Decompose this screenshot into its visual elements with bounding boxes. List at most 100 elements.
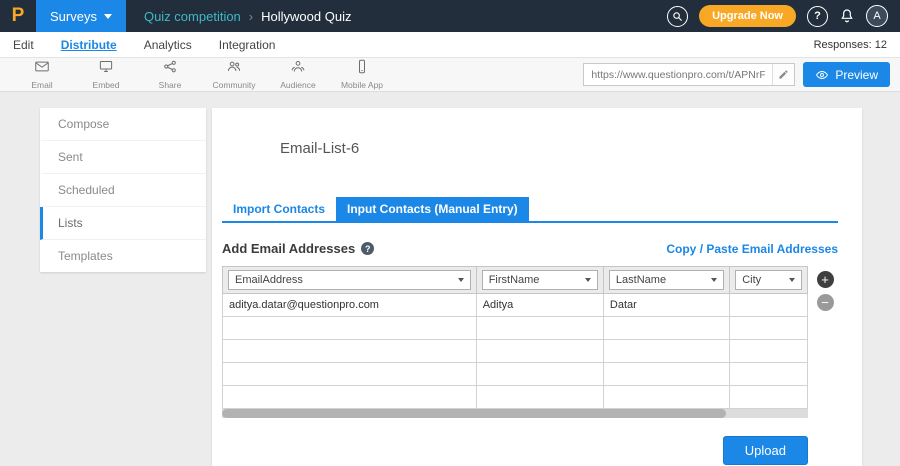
- topbar: P Surveys Quiz competition › Hollywood Q…: [0, 0, 900, 32]
- cell-city[interactable]: [730, 317, 808, 340]
- toolbar-item-mobile-app[interactable]: Mobile App: [330, 59, 394, 90]
- column-select-value: EmailAddress: [235, 274, 303, 286]
- add-email-row: Add Email Addresses ? Copy / Paste Email…: [222, 241, 838, 256]
- column-select-value: LastName: [616, 274, 666, 286]
- cell-lastname[interactable]: [603, 386, 729, 409]
- cell-city[interactable]: [730, 386, 808, 409]
- upgrade-now-button[interactable]: Upgrade Now: [699, 5, 796, 27]
- toolbar-item-email[interactable]: Email: [10, 59, 74, 90]
- distribute-toolbar: Email Embed Share Community Audience Mob…: [0, 58, 900, 92]
- surveys-dropdown[interactable]: Surveys: [36, 0, 126, 32]
- toolbar-item-embed[interactable]: Embed: [74, 59, 138, 90]
- remove-row-button[interactable]: [817, 294, 834, 311]
- survey-url-box: [583, 63, 795, 86]
- page-body: Compose Sent Scheduled Lists Templates E…: [0, 92, 900, 466]
- cell-city[interactable]: [730, 363, 808, 386]
- toolbar-label: Embed: [93, 80, 120, 90]
- embed-icon: [98, 59, 114, 79]
- toolbar-right: Preview: [583, 62, 890, 87]
- scrollbar-thumb[interactable]: [222, 409, 726, 418]
- toolbar-label: Email: [31, 80, 52, 90]
- row-buttons: [808, 266, 842, 409]
- help-tooltip-icon[interactable]: ?: [361, 242, 374, 255]
- toolbar-label: Mobile App: [341, 80, 383, 90]
- responses-count[interactable]: Responses: 12: [814, 39, 887, 51]
- cell-firstname[interactable]: [476, 386, 603, 409]
- breadcrumb: Quiz competition › Hollywood Quiz: [144, 9, 352, 24]
- edit-url-pencil-icon[interactable]: [772, 64, 794, 85]
- nav-item-integration[interactable]: Integration: [219, 33, 276, 57]
- community-icon: [226, 59, 242, 79]
- cell-firstname[interactable]: [476, 363, 603, 386]
- share-icon: [162, 59, 178, 79]
- user-avatar[interactable]: A: [866, 5, 888, 27]
- contacts-table-area: EmailAddress FirstName LastName City: [222, 266, 842, 409]
- upload-row: Upload: [222, 436, 808, 466]
- cell-firstname[interactable]: [476, 317, 603, 340]
- chevron-down-icon: [789, 278, 795, 282]
- column-select-city[interactable]: City: [735, 270, 802, 290]
- mobile-app-icon: [354, 59, 370, 79]
- cell-lastname[interactable]: [603, 340, 729, 363]
- sidebar-item-compose[interactable]: Compose: [40, 108, 206, 141]
- upload-button[interactable]: Upload: [723, 436, 808, 465]
- breadcrumb-current: Hollywood Quiz: [261, 9, 351, 24]
- toolbar-item-audience[interactable]: Audience: [266, 59, 330, 90]
- toolbar-label: Community: [213, 80, 256, 90]
- sidebar-item-scheduled[interactable]: Scheduled: [40, 174, 206, 207]
- nav-item-edit[interactable]: Edit: [13, 33, 34, 57]
- email-icon: [34, 59, 50, 79]
- breadcrumb-parent[interactable]: Quiz competition: [144, 9, 241, 24]
- cell-email[interactable]: aditya.datar@questionpro.com: [223, 294, 477, 317]
- chevron-down-icon: [458, 278, 464, 282]
- tab-import-contacts[interactable]: Import Contacts: [222, 197, 336, 221]
- email-sidebar: Compose Sent Scheduled Lists Templates: [40, 108, 206, 272]
- cell-city[interactable]: [730, 294, 808, 317]
- sidebar-item-lists[interactable]: Lists: [40, 207, 206, 240]
- survey-url-input[interactable]: [584, 69, 772, 81]
- nav-item-analytics[interactable]: Analytics: [144, 33, 192, 57]
- table-row: [223, 317, 808, 340]
- cell-firstname[interactable]: [476, 340, 603, 363]
- preview-label: Preview: [835, 68, 878, 82]
- preview-button[interactable]: Preview: [803, 62, 890, 87]
- toolbar-item-community[interactable]: Community: [202, 59, 266, 90]
- table-row: [223, 363, 808, 386]
- cell-firstname[interactable]: Aditya: [476, 294, 603, 317]
- cell-email[interactable]: [223, 340, 477, 363]
- chevron-down-icon: [711, 278, 717, 282]
- survey-nav: Edit Distribute Analytics Integration Re…: [0, 32, 900, 58]
- column-select-value: City: [742, 274, 761, 286]
- questionpro-logo[interactable]: P: [0, 5, 36, 27]
- table-row: [223, 386, 808, 409]
- column-select-emailaddress[interactable]: EmailAddress: [228, 270, 471, 290]
- notifications-bell-icon[interactable]: [839, 8, 855, 24]
- contacts-tabs: Import Contacts Input Contacts (Manual E…: [222, 197, 838, 223]
- nav-item-distribute[interactable]: Distribute: [61, 33, 117, 57]
- column-select-value: FirstName: [489, 274, 540, 286]
- column-select-lastname[interactable]: LastName: [609, 270, 724, 290]
- toolbar-item-share[interactable]: Share: [138, 59, 202, 90]
- copy-paste-link[interactable]: Copy / Paste Email Addresses: [666, 242, 838, 256]
- cell-email[interactable]: [223, 317, 477, 340]
- cell-city[interactable]: [730, 340, 808, 363]
- help-icon[interactable]: ?: [807, 6, 828, 27]
- topbar-actions: Upgrade Now ? A: [667, 5, 900, 27]
- cell-email[interactable]: [223, 386, 477, 409]
- add-row-button[interactable]: [817, 271, 834, 288]
- cell-email[interactable]: [223, 363, 477, 386]
- breadcrumb-separator: ›: [249, 9, 253, 24]
- cell-lastname[interactable]: [603, 363, 729, 386]
- column-select-firstname[interactable]: FirstName: [482, 270, 598, 290]
- sidebar-item-templates[interactable]: Templates: [40, 240, 206, 272]
- horizontal-scrollbar[interactable]: [222, 409, 808, 418]
- sidebar-item-sent[interactable]: Sent: [40, 141, 206, 174]
- search-icon[interactable]: [667, 6, 688, 27]
- add-email-title: Add Email Addresses: [222, 241, 355, 256]
- table-row: aditya.datar@questionpro.com Aditya Data…: [223, 294, 808, 317]
- surveys-label: Surveys: [50, 9, 97, 24]
- chevron-down-icon: [585, 278, 591, 282]
- tab-input-contacts-manual[interactable]: Input Contacts (Manual Entry): [336, 197, 529, 221]
- cell-lastname[interactable]: [603, 317, 729, 340]
- cell-lastname[interactable]: Datar: [603, 294, 729, 317]
